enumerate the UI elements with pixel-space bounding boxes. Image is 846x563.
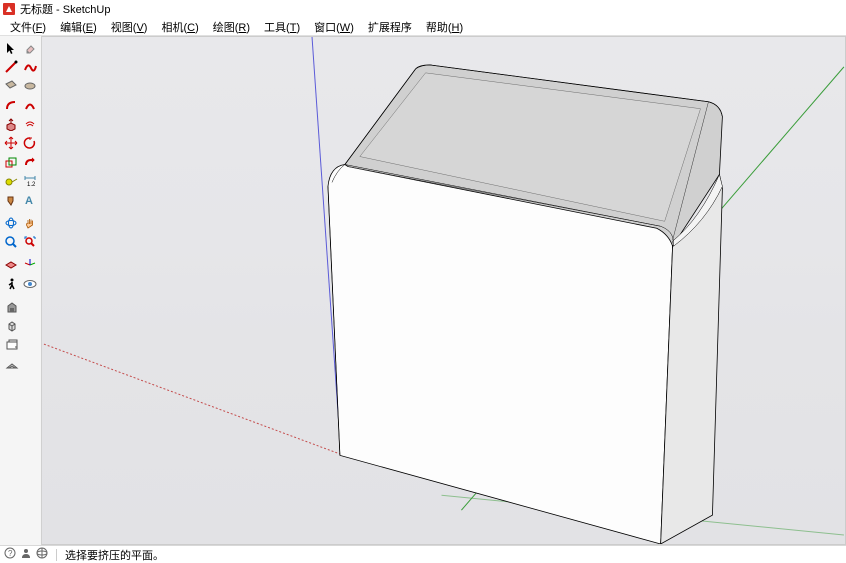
circle-tool[interactable] [21, 76, 40, 95]
section-tool[interactable] [2, 255, 21, 274]
rotate-tool[interactable] [21, 133, 40, 152]
followme-tool[interactable] [21, 152, 40, 171]
statusbar: ? 选择要挤压的平面。 [0, 545, 846, 563]
status-hint: 选择要挤压的平面。 [65, 547, 164, 563]
select-tool[interactable] [2, 38, 21, 57]
paint-tool[interactable] [2, 190, 21, 209]
rectangle-tool[interactable] [2, 76, 21, 95]
toolbar: 1.2 A [0, 36, 42, 545]
menu-draw[interactable]: 绘图(R) [207, 18, 256, 36]
orbit-tool[interactable] [2, 213, 21, 232]
titlebar: 无标题 - SketchUp [0, 0, 846, 18]
walk-tool[interactable] [2, 274, 21, 293]
arc-tool[interactable] [2, 95, 21, 114]
offset-tool[interactable] [21, 114, 40, 133]
pushpull-tool[interactable] [2, 114, 21, 133]
zoom-tool[interactable] [2, 232, 21, 251]
help-icon[interactable]: ? [4, 547, 16, 562]
menu-tools[interactable]: 工具(T) [258, 18, 306, 36]
menu-camera[interactable]: 相机(C) [155, 18, 204, 36]
arc2-tool[interactable] [21, 95, 40, 114]
menu-view[interactable]: 视图(V) [105, 18, 154, 36]
menubar: 文件(F) 编辑(E) 视图(V) 相机(C) 绘图(R) 工具(T) 窗口(W… [0, 18, 846, 36]
menu-window[interactable]: 窗口(W) [308, 18, 360, 36]
scale-tool[interactable] [2, 152, 21, 171]
group-tool[interactable] [2, 335, 21, 354]
app-logo-icon [2, 2, 16, 16]
outliner-tool[interactable] [2, 354, 21, 373]
axes-tool[interactable] [21, 255, 40, 274]
component-tool[interactable] [2, 316, 21, 335]
window-title: 无标题 - SketchUp [20, 1, 110, 17]
dimension-tool[interactable]: 1.2 [21, 171, 40, 190]
viewport-3d[interactable] [42, 36, 846, 545]
svg-text:A: A [25, 195, 33, 207]
svg-text:1.2: 1.2 [27, 182, 36, 188]
menu-help[interactable]: 帮助(H) [420, 18, 469, 36]
svg-text:?: ? [8, 549, 13, 558]
user-icon[interactable] [20, 547, 32, 562]
warehouse-tool[interactable] [2, 297, 21, 316]
menu-extensions[interactable]: 扩展程序 [362, 18, 418, 36]
text-tool[interactable]: A [21, 190, 40, 209]
freehand-tool[interactable] [21, 57, 40, 76]
eraser-tool[interactable] [21, 38, 40, 57]
geo-icon[interactable] [36, 547, 48, 562]
tape-tool[interactable] [2, 171, 21, 190]
look-tool[interactable] [21, 274, 40, 293]
pan-tool[interactable] [21, 213, 40, 232]
line-tool[interactable] [2, 57, 21, 76]
menu-edit[interactable]: 编辑(E) [54, 18, 103, 36]
zoom-extents-tool[interactable] [21, 232, 40, 251]
menu-file[interactable]: 文件(F) [4, 18, 52, 36]
move-tool[interactable] [2, 133, 21, 152]
